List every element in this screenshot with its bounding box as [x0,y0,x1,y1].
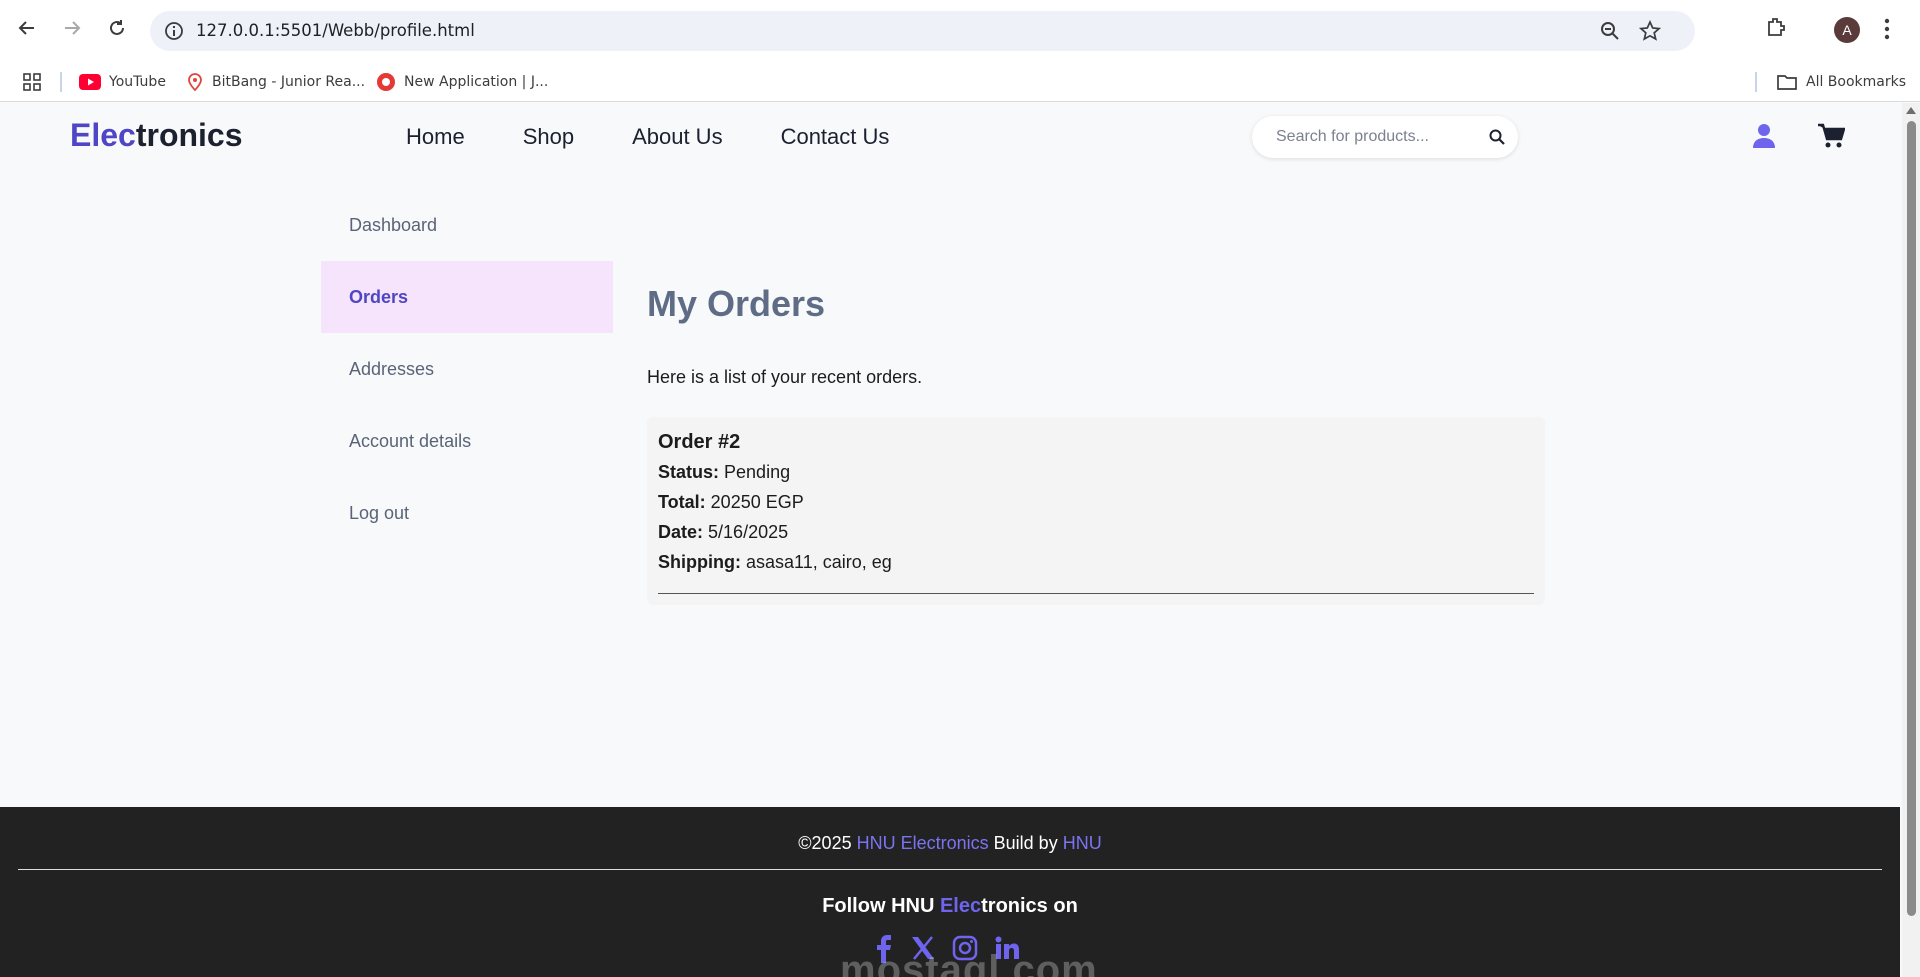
more-menu-icon[interactable] [1884,18,1890,40]
date-value: 5/16/2025 [708,522,789,542]
logo-rest: tronics [135,117,243,153]
reload-icon [110,20,124,35]
bookmark-star-icon[interactable] [1639,20,1661,42]
order-status: Status: Pending [658,462,1534,483]
all-bookmarks-label: All Bookmarks [1806,74,1907,90]
sidebar-item-log-out[interactable]: Log out [321,477,613,549]
copyright-author-link[interactable]: HNU [1063,833,1102,853]
bookmark-new-application[interactable]: New Application | J... [376,62,548,102]
search-icon[interactable] [1488,128,1506,146]
all-bookmarks-button[interactable]: All Bookmarks [1776,62,1906,102]
browser-toolbar: 127.0.0.1:5501/Webb/profile.html A [0,0,1920,62]
zoom-icon[interactable] [1599,20,1621,42]
order-shipping: Shipping: asasa11, cairo, eg [658,552,1534,573]
extensions-icon[interactable] [1765,16,1787,38]
bookmark-bitbang[interactable]: BitBang - Junior Rea... [186,62,365,102]
sidebar-item-addresses[interactable]: Addresses [321,333,613,405]
copyright-year: ©2025 [798,833,852,853]
order-title: Order #2 [658,431,741,453]
scroll-up-arrow[interactable] [1906,107,1916,114]
search-placeholder: Search for products... [1276,128,1429,145]
date-label: Date: [658,522,704,542]
bookmark-youtube[interactable]: YouTube [79,62,166,102]
follow-heading: Follow HNU Electronics on [0,895,1900,918]
follow-accent: Elec [939,895,982,917]
footer-divider [18,869,1882,870]
page-scrollbar[interactable] [1902,103,1920,977]
reload-button[interactable] [101,12,133,44]
shipping-value: asasa11, cairo, eg [746,552,892,572]
copyright-build-by: Build by [993,833,1058,853]
logo-accent: Elec [70,117,136,153]
copyright: ©2025 HNU Electronics Build by HNU [0,833,1900,854]
bookmark-label: BitBang - Junior Rea... [212,74,366,90]
nav-contact-us[interactable]: Contact Us [781,124,890,150]
cart-icon[interactable] [1817,123,1845,149]
copyright-brand-link[interactable]: HNU Electronics [857,833,989,853]
back-button[interactable] [11,12,43,44]
web-page: Electronics Home Shop About Us Contact U… [0,103,1900,977]
orders-intro: Here is a list of your recent orders. [647,367,923,387]
page-title: My Orders [647,283,826,324]
order-divider [658,593,1534,594]
apps-button[interactable] [22,62,42,102]
user-icon[interactable] [1752,123,1776,149]
nav-home[interactable]: Home [406,124,465,150]
nav-about-us[interactable]: About Us [632,124,723,150]
sidebar-item-account-details[interactable]: Account details [321,405,613,477]
arrow-left-icon [18,21,34,35]
apps-grid-icon [23,73,41,91]
main-nav: Home Shop About Us Contact Us [406,124,947,150]
arrow-right-icon [65,21,81,35]
status-label: Status: [658,462,720,482]
bitbang-icon [188,73,202,92]
scroll-thumb[interactable] [1907,121,1916,916]
youtube-icon [79,74,101,90]
total-value: 20250 EGP [710,492,804,512]
site-logo[interactable]: Electronics [70,117,243,154]
order-card: Order #2 Status: Pending Total: 20250 EG… [647,417,1545,605]
bookmarks-bar: YouTube BitBang - Junior Rea... New Appl… [0,62,1920,102]
bookmark-separator [60,72,62,92]
site-info-icon[interactable] [163,20,185,42]
account-sidebar: Dashboard Orders Addresses Account detai… [321,189,613,549]
folder-icon [1777,75,1797,90]
url-text[interactable]: 127.0.0.1:5501/Webb/profile.html [196,21,475,40]
order-date: Date: 5/16/2025 [658,522,1534,543]
sidebar-item-dashboard[interactable]: Dashboard [321,189,613,261]
shipping-label: Shipping: [658,552,741,572]
profile-avatar[interactable]: A [1834,17,1860,43]
address-bar[interactable]: 127.0.0.1:5501/Webb/profile.html [150,11,1695,51]
status-value: Pending [724,462,791,482]
search-input[interactable]: Search for products... [1252,116,1518,158]
sidebar-item-orders[interactable]: Orders [321,261,613,333]
bookmark-label: New Application | J... [404,74,549,90]
follow-prefix: Follow HNU [822,895,935,917]
bookmark-separator [1755,72,1757,92]
watermark: mostaql.com [840,948,1098,977]
nav-shop[interactable]: Shop [523,124,574,150]
record-icon [377,73,395,91]
follow-suffix: tronics on [981,895,1078,917]
bookmark-label: YouTube [109,74,166,90]
order-total: Total: 20250 EGP [658,492,1534,513]
forward-button[interactable] [56,12,88,44]
total-label: Total: [658,492,706,512]
